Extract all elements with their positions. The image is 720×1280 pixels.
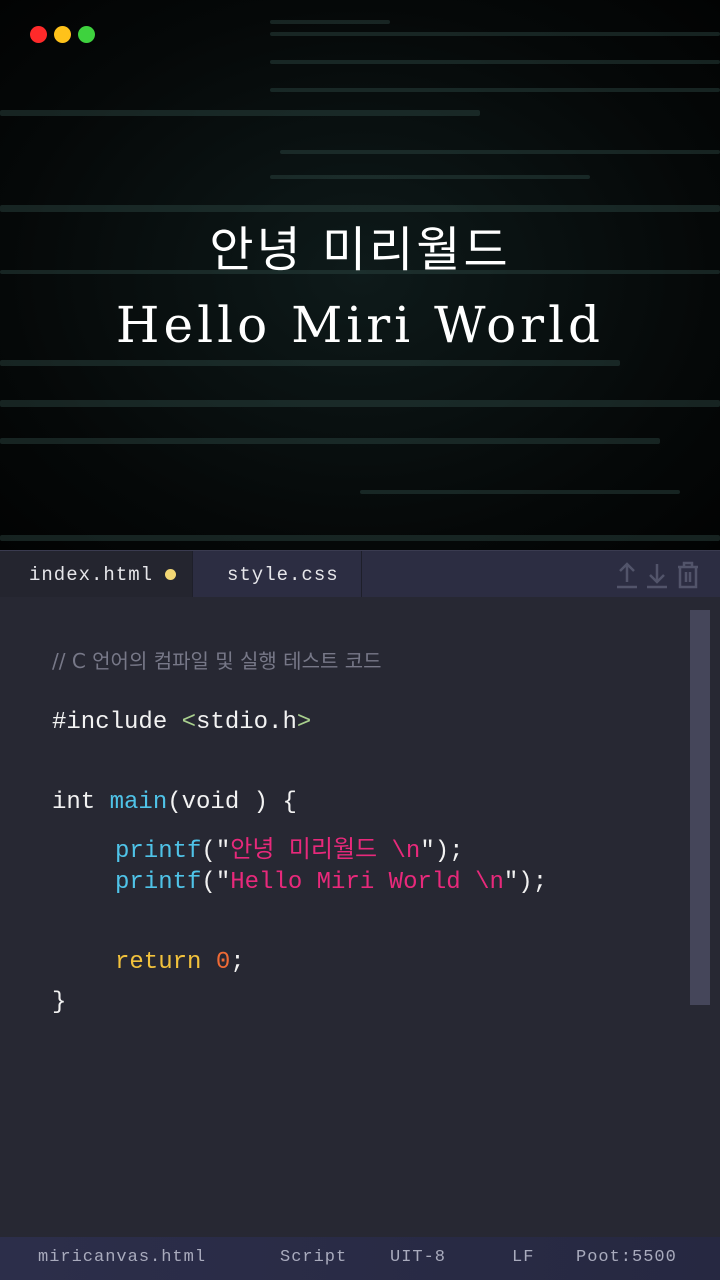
return-semicolon: ;: [230, 949, 245, 976]
printf-close: ");: [420, 838, 464, 865]
int-keyword: int: [52, 789, 110, 816]
printf-open: (": [201, 838, 231, 865]
include-keyword: #include: [52, 709, 182, 736]
unsaved-dot-icon: [165, 569, 177, 580]
hero-title-korean: 안녕 미리월드: [209, 222, 511, 278]
tab-bar: index.html style.css: [0, 550, 720, 598]
window-controls: [30, 26, 95, 43]
status-line-ending[interactable]: LF: [512, 1248, 534, 1267]
decor-line: [0, 110, 480, 116]
download-icon[interactable]: [646, 561, 668, 589]
main-params: (void ) {: [167, 789, 297, 816]
close-window-button[interactable]: [30, 26, 47, 43]
printf-string: 안녕 미리월드 \n: [230, 838, 421, 865]
decor-line: [280, 150, 720, 154]
status-port[interactable]: Poot:5500: [576, 1248, 677, 1267]
minimize-window-button[interactable]: [54, 26, 71, 43]
decor-line: [0, 535, 720, 541]
code-comment: // C 언어의 컴파일 및 실행 테스트 코드: [52, 649, 382, 673]
printf-function: printf: [115, 838, 202, 865]
status-file[interactable]: miricanvas.html: [38, 1248, 206, 1267]
return-value: 0: [215, 949, 231, 976]
tab-style-css[interactable]: style.css: [192, 551, 362, 598]
decor-line: [270, 175, 590, 179]
decor-line: [270, 60, 720, 64]
maximize-window-button[interactable]: [78, 26, 95, 43]
decor-line: [270, 88, 720, 92]
code-line-printf-1: printf("안녕 미리월드 \n");: [115, 829, 464, 865]
printf-string: Hello Miri World \n: [230, 869, 504, 896]
code-line-close-brace: }: [52, 989, 67, 1016]
status-encoding[interactable]: UIT-8: [390, 1248, 446, 1267]
code-line-main: int main(void ) {: [52, 789, 297, 816]
printf-open: (": [201, 869, 231, 896]
status-language[interactable]: Script: [280, 1248, 347, 1267]
decor-line: [0, 360, 620, 366]
code-line-printf-2: printf("Hello Miri World \n");: [115, 869, 547, 896]
include-close: >: [296, 709, 312, 736]
hero-title-english: Hello Miri World: [115, 296, 605, 354]
upload-icon[interactable]: [616, 561, 638, 589]
printf-close: ");: [503, 869, 548, 896]
printf-function: printf: [115, 869, 202, 896]
trash-icon[interactable]: [676, 561, 700, 589]
decor-line: [360, 490, 680, 494]
tab-index-html[interactable]: index.html: [0, 551, 192, 598]
include-open: <: [181, 709, 197, 736]
hero-banner: 안녕 미리월드 Hello Miri World: [0, 0, 720, 550]
decor-line: [0, 438, 660, 444]
decor-line: [0, 400, 720, 407]
scrollbar[interactable]: [690, 610, 710, 1005]
include-file: stdio.h: [196, 709, 297, 736]
code-line-include: #include <stdio.h>: [52, 709, 311, 736]
code-editor[interactable]: // C 언어의 컴파일 및 실행 테스트 코드 #include <stdio…: [0, 597, 720, 1237]
tab-label: style.css: [227, 563, 339, 586]
decor-line: [270, 32, 720, 36]
editor-toolbar: [616, 561, 700, 589]
decor-line: [270, 20, 390, 24]
return-keyword: return: [115, 949, 216, 976]
code-line-return: return 0;: [115, 949, 245, 976]
main-function: main: [109, 789, 168, 816]
tab-label: index.html: [29, 563, 154, 586]
status-bar: miricanvas.html Script UIT-8 LF Poot:550…: [0, 1237, 720, 1280]
